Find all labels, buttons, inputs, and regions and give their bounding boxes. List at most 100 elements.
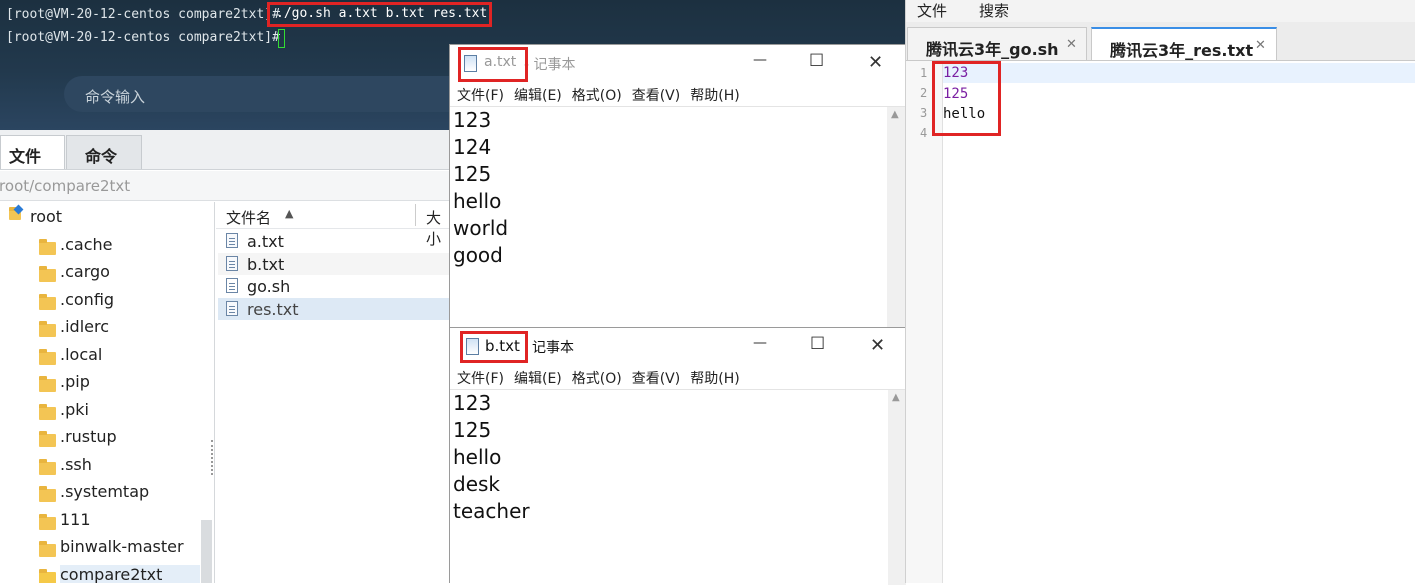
tab-files[interactable]: 文件 bbox=[0, 135, 65, 169]
notepad-a-titlebar[interactable]: a.txt - 记事本 — ☐ ✕ bbox=[450, 45, 905, 82]
menu-format[interactable]: 格式(O) bbox=[572, 371, 622, 387]
editor-menubar: 文件 搜索 bbox=[906, 0, 1415, 22]
folder-icon bbox=[39, 514, 56, 530]
editor-tab-res-txt[interactable]: 腾讯云3年_res.txt ✕ bbox=[1091, 27, 1277, 60]
terminal-cursor bbox=[278, 29, 285, 48]
notepad-a-appname: - 记事本 bbox=[524, 57, 576, 73]
file-row-a[interactable]: a.txt bbox=[218, 230, 450, 252]
close-button[interactable]: ✕ bbox=[868, 52, 883, 73]
text-file-icon bbox=[226, 301, 238, 316]
tree-item-binwalk-master[interactable]: binwalk-master bbox=[60, 537, 184, 556]
file-row-go[interactable]: go.sh bbox=[218, 275, 450, 297]
command-input-field[interactable]: 命令输入 bbox=[64, 76, 484, 112]
tree-item-cache[interactable]: .cache bbox=[60, 235, 112, 254]
folder-icon bbox=[39, 321, 56, 337]
file-name: res.txt bbox=[247, 300, 299, 319]
text-line: hello bbox=[453, 445, 502, 469]
tree-item-pip[interactable]: .pip bbox=[60, 372, 90, 391]
text-line: 123 bbox=[453, 391, 492, 415]
tree-item-cargo[interactable]: .cargo bbox=[60, 262, 110, 281]
notepad-b-appname: 记事本 bbox=[532, 340, 574, 356]
folder-icon bbox=[39, 486, 56, 502]
close-button[interactable]: ✕ bbox=[870, 335, 885, 356]
tree-item-ssh[interactable]: .ssh bbox=[60, 455, 92, 474]
text-line: hello bbox=[453, 189, 502, 213]
tree-item-compare2txt[interactable]: compare2txt bbox=[60, 565, 200, 583]
file-row-b[interactable]: b.txt bbox=[218, 253, 450, 275]
menu-view[interactable]: 查看(V) bbox=[632, 88, 681, 104]
tree-item-systemtap[interactable]: .systemtap bbox=[60, 482, 149, 501]
editor-menu-file[interactable]: 文件 bbox=[917, 0, 947, 21]
menu-file[interactable]: 文件(F) bbox=[457, 88, 504, 104]
terminal-line-1-prompt: [root@VM-20-12-centos compare2txt]# bbox=[6, 7, 280, 22]
tab-commands[interactable]: 命令 bbox=[66, 135, 142, 169]
tree-item-config[interactable]: .config bbox=[60, 290, 114, 309]
terminal-command-text: ./go.sh a.txt b.txt res.txt bbox=[276, 6, 488, 21]
editor-tab-label: 腾讯云3年_go.sh bbox=[926, 40, 1059, 59]
text-line: 125 bbox=[453, 162, 492, 186]
sort-ascending-icon[interactable]: ▲ bbox=[285, 207, 293, 220]
menu-help[interactable]: 帮助(H) bbox=[690, 88, 739, 104]
tab-close-icon[interactable]: ✕ bbox=[1066, 37, 1077, 52]
tree-scrollbar[interactable] bbox=[201, 520, 212, 583]
text-file-icon bbox=[226, 233, 238, 248]
folder-icon bbox=[39, 404, 56, 420]
command-input-placeholder: 命令输入 bbox=[85, 88, 146, 106]
text-editor[interactable]: 文件 搜索 腾讯云3年_go.sh ✕ 腾讯云3年_res.txt ✕ 1 2 … bbox=[905, 0, 1415, 583]
vertical-scrollbar[interactable]: ▲ bbox=[888, 390, 906, 585]
tree-item-local[interactable]: .local bbox=[60, 345, 102, 364]
minimize-button[interactable]: — bbox=[753, 335, 767, 351]
notepad-window-a[interactable]: a.txt - 记事本 — ☐ ✕ 文件(F) 编辑(E) 格式(O) 查看(V) 帮助… bbox=[449, 44, 906, 334]
folder-open-icon bbox=[39, 569, 56, 583]
notepad-a-text-area[interactable]: 123 124 125 hello world good ▲ bbox=[450, 106, 905, 332]
splitter-handle[interactable] bbox=[211, 440, 214, 475]
path-text: /root/compare2txt bbox=[0, 177, 131, 195]
output-highlight-box bbox=[932, 61, 1001, 136]
maximize-button[interactable]: ☐ bbox=[810, 334, 825, 354]
tree-item-pki[interactable]: .pki bbox=[60, 400, 89, 419]
column-divider[interactable] bbox=[415, 204, 416, 226]
filename-highlight-box bbox=[460, 331, 528, 363]
folder-icon bbox=[39, 431, 56, 447]
tree-item-rustup[interactable]: .rustup bbox=[60, 427, 117, 446]
terminal-line-2-prompt: [root@VM-20-12-centos compare2txt]# bbox=[6, 30, 280, 45]
text-line: 125 bbox=[453, 418, 492, 442]
menu-help[interactable]: 帮助(H) bbox=[690, 371, 739, 387]
folder-icon bbox=[39, 459, 56, 475]
editor-tab-go-sh[interactable]: 腾讯云3年_go.sh ✕ bbox=[907, 27, 1087, 60]
file-name: a.txt bbox=[247, 232, 284, 251]
tree-item-111[interactable]: 111 bbox=[60, 510, 91, 529]
text-line: 124 bbox=[453, 135, 492, 159]
scroll-up-icon[interactable]: ▲ bbox=[892, 392, 900, 403]
menu-edit[interactable]: 编辑(E) bbox=[514, 371, 562, 387]
notepad-window-b[interactable]: b.txt 记事本 — ☐ ✕ 文件(F) 编辑(E) 格式(O) 查看(V) 帮助(H… bbox=[449, 327, 907, 585]
file-list[interactable]: 文件名 ▲ 大小 a.txt b.txt go.sh res.txt bbox=[216, 202, 450, 583]
notepad-b-text-area[interactable]: 123 125 hello desk teacher ▲ bbox=[450, 389, 906, 585]
tree-item-idlerc[interactable]: .idlerc bbox=[60, 317, 109, 336]
editor-tabbar: 腾讯云3年_go.sh ✕ 腾讯云3年_res.txt ✕ bbox=[906, 22, 1415, 61]
file-name: b.txt bbox=[247, 255, 285, 274]
tree-item-root[interactable]: root bbox=[30, 207, 62, 226]
line-number: 4 bbox=[920, 126, 928, 140]
vertical-scrollbar[interactable]: ▲ bbox=[887, 107, 905, 332]
menu-format[interactable]: 格式(O) bbox=[572, 88, 622, 104]
file-list-header: 文件名 ▲ 大小 bbox=[216, 202, 450, 248]
menu-view[interactable]: 查看(V) bbox=[632, 371, 681, 387]
text-file-icon bbox=[226, 256, 238, 271]
maximize-button[interactable]: ☐ bbox=[809, 51, 824, 71]
column-name-header[interactable]: 文件名 bbox=[226, 207, 271, 228]
menu-file[interactable]: 文件(F) bbox=[457, 371, 504, 387]
text-line: good bbox=[453, 243, 503, 267]
file-row-res[interactable]: res.txt bbox=[218, 298, 450, 320]
editor-menu-search[interactable]: 搜索 bbox=[979, 0, 1009, 21]
minimize-button[interactable]: — bbox=[753, 52, 767, 68]
scroll-up-icon[interactable]: ▲ bbox=[891, 109, 899, 120]
line-number: 3 bbox=[920, 106, 928, 120]
menu-edit[interactable]: 编辑(E) bbox=[514, 88, 562, 104]
directory-tree[interactable]: root .cache .cargo .config .idlerc .loca… bbox=[0, 202, 215, 583]
line-number: 2 bbox=[920, 86, 928, 100]
notepad-b-titlebar[interactable]: b.txt 记事本 — ☐ ✕ bbox=[450, 328, 906, 364]
line-number: 1 bbox=[920, 66, 928, 80]
tab-close-icon[interactable]: ✕ bbox=[1255, 38, 1266, 53]
folder-icon bbox=[39, 376, 56, 392]
